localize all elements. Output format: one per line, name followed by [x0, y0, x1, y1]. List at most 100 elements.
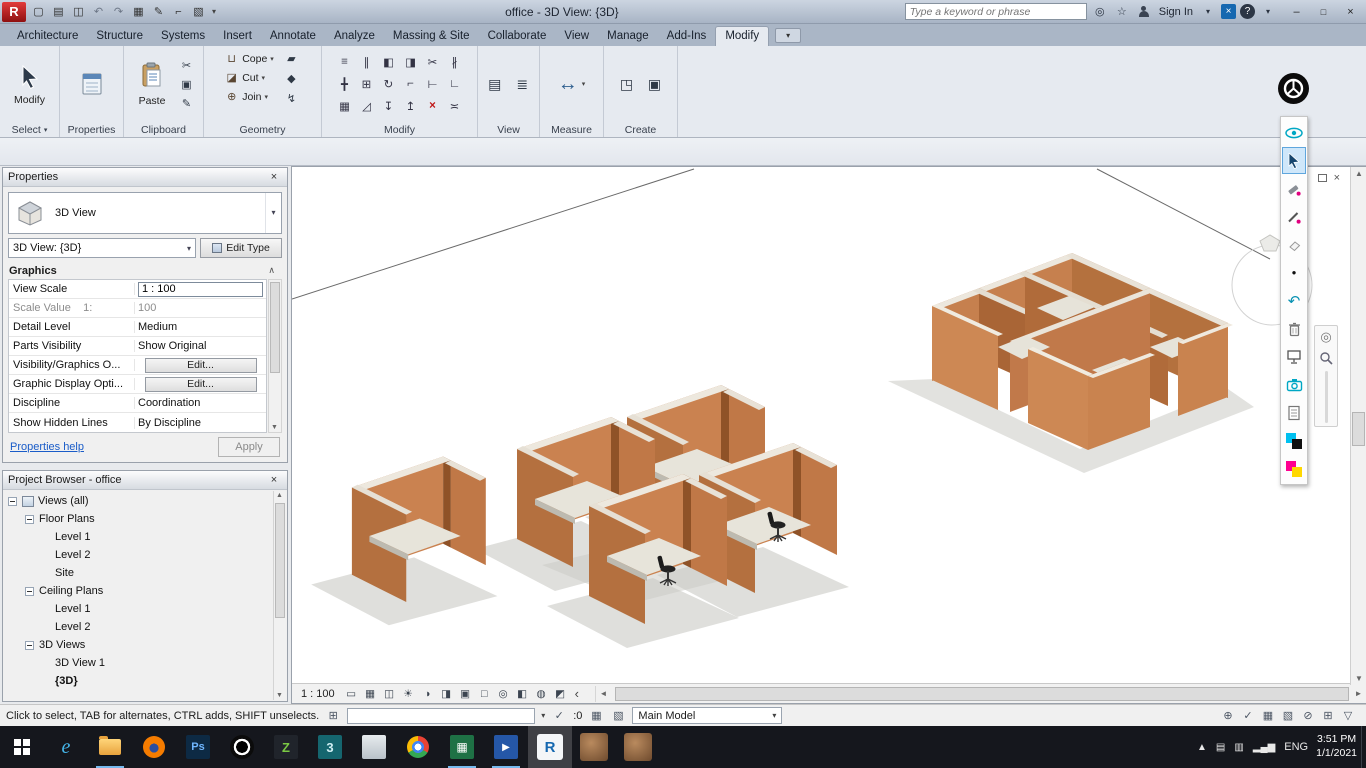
taskbar-explorer[interactable]	[88, 726, 132, 768]
undo-tool-icon[interactable]: ↶	[1282, 287, 1306, 314]
shadows-icon[interactable]: ☀	[400, 686, 417, 702]
displacement-icon[interactable]: ◩	[552, 686, 569, 702]
pencil-icon[interactable]	[1282, 203, 1306, 230]
tree-item-3d-views[interactable]: 3D Views	[3, 636, 273, 654]
visual-style-icon[interactable]: ▦	[362, 686, 379, 702]
favorites-icon[interactable]: ☆	[1113, 3, 1131, 21]
qa-customize-icon[interactable]: ▾	[209, 3, 219, 21]
tree-item-ceiling-level-1[interactable]: Level 1	[3, 600, 273, 618]
join-button[interactable]: ⊕ Join ▾	[224, 87, 274, 106]
element-selector[interactable]: 3D View: {3D} ▾	[8, 238, 196, 259]
user-icon[interactable]	[1135, 3, 1153, 21]
tree-item-ceiling-plans[interactable]: Ceiling Plans	[3, 582, 273, 600]
network-icon[interactable]: ▂▄▆	[1253, 742, 1275, 753]
match-type-icon[interactable]: ✎	[177, 94, 196, 112]
tab-add-ins[interactable]: Add-Ins	[658, 27, 716, 46]
show-crop-icon[interactable]: ▣	[457, 686, 474, 702]
rotate-icon[interactable]: ↻	[378, 74, 399, 95]
move-icon[interactable]: ╋	[334, 74, 355, 95]
exclude-options-icon[interactable]: ⊕	[1220, 709, 1236, 722]
tree-item-level-2[interactable]: Level 2	[3, 546, 273, 564]
crop-view-icon[interactable]: ◨	[438, 686, 455, 702]
reveal-hidden-icon[interactable]: ◎	[495, 686, 512, 702]
extend-icon[interactable]: ⊢	[422, 74, 443, 95]
property-row-parts-visibility[interactable]: Parts Visibility Show Original	[9, 337, 266, 356]
properties-scrollbar[interactable]	[268, 279, 282, 433]
beam-cutback-icon[interactable]: ▰	[282, 49, 301, 67]
eye-icon[interactable]	[1282, 119, 1306, 146]
app-logo[interactable]: R	[2, 1, 26, 22]
tray-app-icon[interactable]: ▥	[1234, 742, 1243, 753]
tab-collaborate[interactable]: Collaborate	[479, 27, 556, 46]
show-desktop-button[interactable]	[1361, 726, 1366, 768]
tab-annotate[interactable]: Annotate	[261, 27, 325, 46]
save-icon[interactable]: ◫	[69, 3, 88, 21]
delete-icon[interactable]: ×	[422, 96, 443, 117]
ribbon-state-caret-icon[interactable]: ▾	[775, 28, 802, 43]
temporary-properties-icon[interactable]: ◧	[514, 686, 531, 702]
properties-button[interactable]	[71, 68, 113, 100]
mirror-pick-icon[interactable]: ◧	[378, 52, 399, 73]
taskbar-image-2[interactable]	[616, 726, 660, 768]
scale-icon[interactable]: ◿	[356, 96, 377, 117]
design-options-icon[interactable]: ▦	[588, 709, 604, 722]
clock[interactable]: 3:51 PM 1/1/2021	[1316, 733, 1357, 760]
keyboard-icon[interactable]: ▤	[1216, 742, 1225, 753]
collapse-box-icon[interactable]	[25, 514, 34, 524]
pin-icon[interactable]: ↧	[378, 96, 399, 117]
taskbar-ie[interactable]: e	[44, 726, 88, 768]
search-input[interactable]	[904, 3, 1087, 20]
split-gap-icon[interactable]: ∦	[444, 52, 465, 73]
tree-item-site[interactable]: Site	[3, 564, 273, 582]
sun-path-icon[interactable]: ◫	[381, 686, 398, 702]
array-icon[interactable]: ▦	[334, 96, 355, 117]
visibility-edit-button[interactable]: Edit...	[144, 357, 257, 373]
apply-button[interactable]: Apply	[218, 437, 280, 457]
selection-filter-icon[interactable]: ▽	[1340, 709, 1356, 722]
view-restore-icon[interactable]	[1317, 174, 1327, 182]
legend-component-icon[interactable]: ◳	[615, 72, 639, 96]
tab-insert[interactable]: Insert	[214, 27, 261, 46]
worksets-box[interactable]	[347, 707, 536, 724]
property-row-detail-level[interactable]: Detail Level Medium	[9, 318, 266, 337]
taskbar-recorder[interactable]	[220, 726, 264, 768]
dot-tool-icon[interactable]: ●	[1282, 259, 1306, 286]
eraser-icon[interactable]	[1282, 231, 1306, 258]
offset-icon[interactable]: ∥	[356, 52, 377, 73]
create-group-icon[interactable]: ▣	[643, 72, 667, 96]
press-drag-icon[interactable]: ✓	[1240, 709, 1256, 722]
properties-title-bar[interactable]: Properties ×	[3, 168, 287, 187]
thin-lines-icon[interactable]: ▧	[189, 3, 208, 21]
nav-slider[interactable]	[1324, 371, 1328, 423]
view-scale-input[interactable]	[138, 281, 263, 297]
open-icon[interactable]: ▤	[49, 3, 68, 21]
view-list-icon[interactable]: ≣	[511, 72, 535, 96]
property-row-show-hidden-lines[interactable]: Show Hidden Lines By Discipline	[9, 413, 266, 432]
join-ends-icon[interactable]: ≍	[444, 96, 465, 117]
viewport-3d[interactable]: × ◎	[292, 167, 1350, 684]
main-model-select[interactable]: Main Model ▾	[632, 707, 783, 724]
view-close-icon[interactable]: ×	[1334, 173, 1340, 184]
demolish-icon[interactable]: ↯	[282, 89, 301, 107]
undo-icon[interactable]: ↶	[89, 3, 108, 21]
unpin-icon[interactable]: ↥	[400, 96, 421, 117]
taskbar-image-1[interactable]	[572, 726, 616, 768]
color-swatch-magenta-icon[interactable]	[1282, 455, 1306, 482]
type-selector-caret-icon[interactable]: ▾	[265, 192, 281, 234]
align-icon[interactable]: ≡	[334, 52, 355, 73]
tree-item-3d-view-1[interactable]: 3D View 1	[3, 654, 273, 672]
measure-caret-icon[interactable]: ▾	[582, 80, 586, 88]
collapse-box-icon[interactable]	[25, 586, 34, 596]
whiteboard-icon[interactable]	[1282, 343, 1306, 370]
project-browser-title-bar[interactable]: Project Browser - office ×	[3, 471, 287, 490]
cope-button[interactable]: ⊔ Cope ▾	[224, 49, 273, 68]
select-underlay-icon[interactable]: ▧	[1280, 709, 1296, 722]
tree-item-3d-default[interactable]: {3D}	[3, 672, 273, 690]
cut-icon[interactable]: ✂	[177, 56, 196, 74]
property-row-discipline[interactable]: Discipline Coordination	[9, 394, 266, 413]
notes-icon[interactable]	[1282, 399, 1306, 426]
collapse-box-icon[interactable]	[8, 496, 17, 506]
scroll-left-icon[interactable]: ‹	[575, 686, 579, 701]
scrollbar-left-arrow-icon[interactable]: ◄	[596, 689, 611, 698]
tree-item-views-all[interactable]: Views (all)	[3, 492, 273, 510]
